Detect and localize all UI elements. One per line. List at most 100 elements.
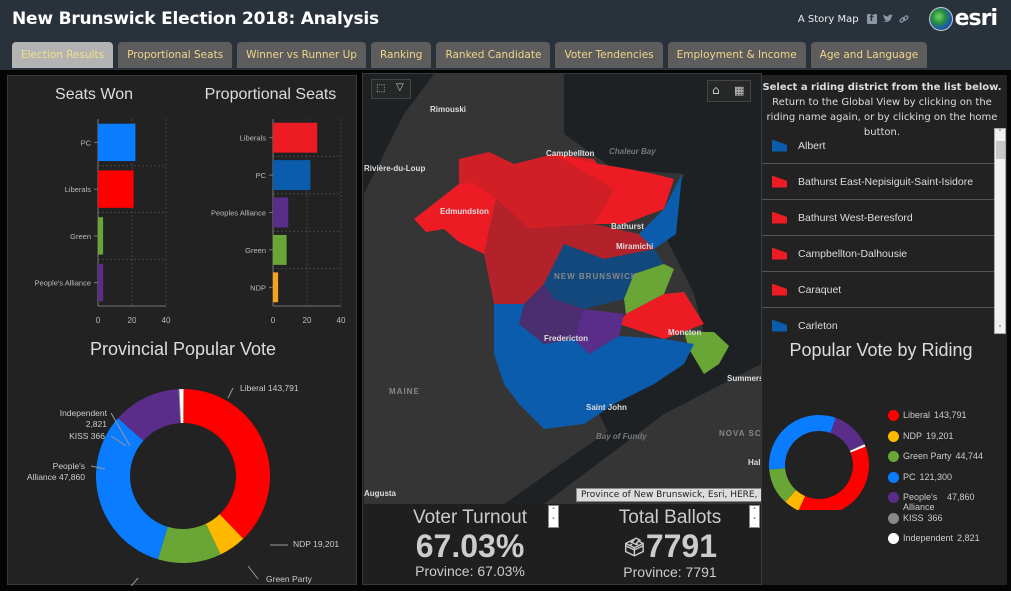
riding-list-item[interactable]: Campbellton-Dalhousie bbox=[762, 236, 994, 272]
riding-name: Bathurst East-Nepisiguit-Saint-Isidore bbox=[798, 175, 974, 188]
riding-list-item[interactable]: Caraquet bbox=[762, 272, 994, 308]
map-label-summerside: Summerside bbox=[727, 374, 761, 383]
proportional-seats-chart: 0 20 40 Liberals PC Peoples Alliance Green NDP bbox=[211, 119, 346, 325]
instruction-bold: Select a riding district from the list b… bbox=[762, 82, 1002, 93]
tab-voter-tendencies[interactable]: Voter Tendencies bbox=[555, 42, 663, 68]
proportional-seats-title: Proportional Seats bbox=[204, 86, 337, 103]
leader-line bbox=[247, 565, 259, 580]
riding-list: Albert Bathurst East-Nepisiguit-Saint-Isi… bbox=[762, 128, 994, 334]
bar-green[interactable] bbox=[273, 234, 287, 265]
globe-icon bbox=[928, 7, 953, 31]
legend-item-independent[interactable]: Independent 2,821 bbox=[888, 533, 980, 544]
slice-pc[interactable] bbox=[96, 418, 168, 560]
tab-ranked-candidate[interactable]: Ranked Candidate bbox=[436, 42, 551, 68]
slice-label: 2,821 bbox=[86, 419, 108, 429]
bar-peoples-alliance[interactable] bbox=[273, 197, 289, 228]
scroll-down-icon[interactable]: ˅ bbox=[995, 325, 1005, 333]
slice-liberal[interactable] bbox=[183, 389, 270, 539]
slice-label: People's bbox=[53, 461, 85, 471]
x-tick-label: 0 bbox=[271, 316, 276, 325]
total-ballots-row: 🗳7791 bbox=[575, 529, 765, 564]
riding-list-item[interactable]: Albert bbox=[762, 128, 994, 164]
legend-dot-icon bbox=[888, 533, 899, 544]
map-label-chaleur-bay: Chaleur Bay bbox=[609, 147, 656, 156]
ballots-spinner[interactable]: ˄ ˅ bbox=[749, 505, 760, 528]
total-ballots-province: Province: 7791 bbox=[623, 564, 717, 580]
party-flag-icon bbox=[772, 247, 787, 260]
tab-winner-vs-runner-up[interactable]: Winner vs Runner Up bbox=[237, 42, 366, 68]
facebook-icon[interactable]: f bbox=[866, 14, 877, 24]
scroll-up-icon[interactable]: ˄ bbox=[995, 129, 1005, 137]
chevron-down-icon[interactable]: ▽ bbox=[396, 82, 404, 93]
slice-label: Liberal 143,791 bbox=[240, 383, 299, 393]
legend-item-pc[interactable]: PC 121,300 bbox=[888, 471, 952, 483]
esri-logo[interactable]: esri bbox=[928, 7, 998, 31]
riding-name: Caraquet bbox=[798, 283, 842, 296]
slice-people-s-alliance[interactable] bbox=[830, 417, 865, 451]
legend-dot-icon bbox=[888, 430, 899, 442]
bar-people-s-alliance[interactable] bbox=[98, 263, 104, 302]
riding-name: Bathurst West-Beresford bbox=[798, 211, 913, 224]
slice-liberal[interactable] bbox=[798, 446, 869, 510]
bar-green[interactable] bbox=[98, 217, 104, 255]
legend-item-ndp[interactable]: NDP 19,201 bbox=[888, 430, 954, 442]
legend-dot-icon bbox=[888, 471, 899, 483]
left-chart-panel: Seats Won Proportional Seats 0 20 40 PC Libe… bbox=[7, 75, 357, 586]
legend-value: 366 bbox=[927, 512, 943, 523]
tab-age-and-language[interactable]: Age and Language bbox=[810, 42, 928, 68]
tab-election-results[interactable]: Election Results bbox=[12, 42, 114, 68]
map-view[interactable]: Rimouski Rivière-du-Loup Campbellton Bat… bbox=[364, 74, 761, 504]
legend-label: NDP bbox=[903, 430, 923, 441]
qr-grid-icon[interactable]: ▦ bbox=[734, 84, 744, 97]
legend-value: 143,791 bbox=[934, 410, 967, 420]
legend-item-people-s-alliance[interactable]: People's Alliance 47,860 bbox=[888, 492, 975, 512]
x-tick-label: 40 bbox=[337, 316, 346, 325]
bar-pc[interactable] bbox=[273, 160, 311, 191]
tab-employment-income[interactable]: Employment & Income bbox=[667, 42, 806, 68]
legend-value: 44,744 bbox=[955, 451, 984, 461]
riding-list-scrollbar[interactable]: ˄ ˅ bbox=[994, 128, 1006, 334]
legend-item-green-party[interactable]: Green Party 44,744 bbox=[888, 451, 983, 462]
story-map-label: A Story Map bbox=[797, 13, 859, 25]
y-tick-label: Peoples Alliance bbox=[211, 209, 266, 218]
twitter-icon[interactable] bbox=[882, 14, 893, 24]
home-icon[interactable]: ⌂ bbox=[712, 83, 720, 97]
bar-pc[interactable] bbox=[98, 123, 136, 162]
legend-label: Liberal bbox=[903, 410, 931, 420]
total-ballots-title: Total Ballots bbox=[618, 507, 722, 528]
voter-turnout-value: 67.03% bbox=[415, 528, 525, 564]
popular-vote-by-riding-title: Popular Vote by Riding bbox=[789, 340, 973, 360]
map-label-augusta: Augusta bbox=[364, 489, 397, 498]
bar-liberals[interactable] bbox=[98, 170, 134, 208]
ballot-box-icon: 🗳 bbox=[622, 537, 646, 557]
riding-list-item[interactable]: Carleton bbox=[762, 308, 994, 334]
slice-pc[interactable] bbox=[769, 415, 836, 470]
link-icon[interactable] bbox=[899, 14, 909, 24]
tab-proportional-seats[interactable]: Proportional Seats bbox=[118, 42, 233, 68]
riding-list-item[interactable]: Bathurst West-Beresford bbox=[762, 200, 994, 236]
map-attribution[interactable]: Province of New Brunswick, Esri, HERE, .… bbox=[576, 488, 761, 502]
select-tool-icon[interactable]: ⬚ bbox=[376, 83, 385, 94]
y-tick-label: People's Alliance bbox=[35, 279, 91, 288]
legend-item-kiss[interactable]: KISS 366 bbox=[888, 512, 943, 524]
riding-list-item[interactable]: Bathurst East-Nepisiguit-Saint-Isidore bbox=[762, 164, 994, 200]
tab-ranking[interactable]: Ranking bbox=[370, 42, 432, 68]
legend-value: 2,821 bbox=[957, 533, 980, 543]
map-label-maine: MAINE bbox=[389, 387, 420, 396]
total-ballots-widget: Total Ballots 🗳7791 Province: 7791 bbox=[575, 507, 765, 580]
legend-item-liberal[interactable]: Liberal 143,791 bbox=[888, 410, 967, 421]
scroll-thumb[interactable] bbox=[996, 141, 1005, 159]
turnout-spinner[interactable]: ˄ ˅ bbox=[548, 505, 559, 528]
map-label-nova-scotia: NOVA SCOTIA bbox=[719, 429, 761, 438]
district-liberal-edmundston bbox=[414, 182, 496, 254]
map-canvas[interactable]: Rimouski Rivière-du-Loup Campbellton Bat… bbox=[364, 74, 761, 504]
y-tick-label: Liberals bbox=[240, 134, 267, 143]
map-nav-group: ⌂ ▦ bbox=[707, 80, 751, 102]
legend-label: Green Party bbox=[903, 451, 952, 461]
legend-label: PC bbox=[903, 471, 916, 482]
y-tick-label: Green bbox=[245, 246, 266, 255]
y-tick-label: Green bbox=[70, 232, 91, 241]
bar-liberals[interactable] bbox=[273, 122, 318, 153]
bar-ndp[interactable] bbox=[273, 272, 279, 303]
seats-won-chart: 0 20 40 PC Liberals Green People's Alliance bbox=[35, 119, 171, 325]
